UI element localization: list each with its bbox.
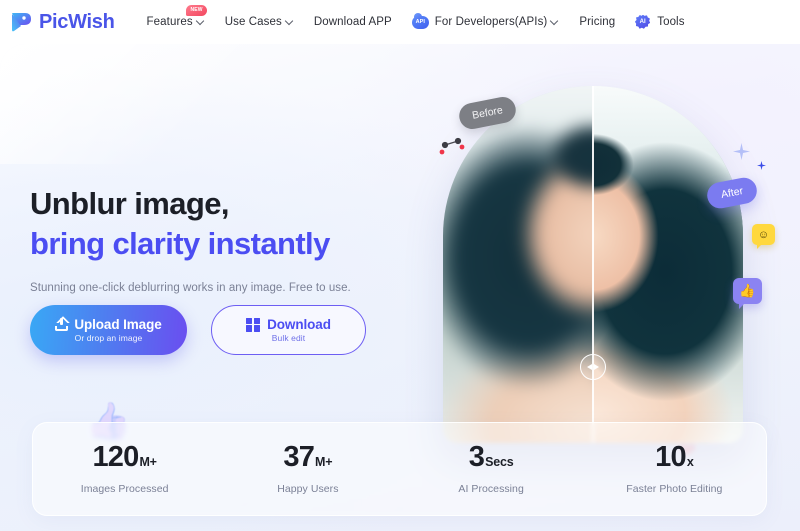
nav-item-for-developers[interactable]: API For Developers(APIs) (402, 12, 570, 29)
right-arrow-icon (594, 364, 599, 370)
nav-item-pricing[interactable]: Pricing (569, 16, 625, 28)
nav-item-tools[interactable]: AI Tools (625, 15, 694, 30)
stat-images-processed: 120 M+ Images Processed (33, 441, 216, 496)
ai-chip-label: AI (639, 19, 646, 25)
download-button-label: Download (267, 317, 331, 332)
stat-unit: Secs (485, 455, 514, 469)
left-arrow-icon (587, 364, 592, 370)
stat-happy-users: 37 M+ Happy Users (216, 443, 399, 496)
stat-label: Happy Users (277, 483, 339, 495)
nav-items: Features NEW Use Cases Download APP API … (137, 5, 695, 30)
upload-image-button[interactable]: Upload Image Or drop an image (30, 305, 187, 355)
top-navigation-bar: PicWish Features NEW Use Cases Download … (0, 0, 800, 44)
brand-name: PicWish (39, 10, 115, 33)
upload-icon (55, 318, 69, 331)
page-title-line-2: bring clarity instantly (30, 225, 330, 261)
nav-label: For Developers(APIs) (434, 16, 548, 28)
upload-button-sublabel: Or drop an image (74, 333, 143, 343)
brand-logo[interactable]: PicWish (8, 9, 115, 35)
before-after-compare-image[interactable] (443, 86, 743, 443)
stat-number: 3 (468, 441, 485, 473)
stat-number-wrap: 120 M+ (92, 441, 157, 473)
compare-slider-handle[interactable] (580, 354, 606, 380)
new-badge: NEW (186, 5, 207, 16)
ai-tools-chip-icon: AI (635, 15, 650, 30)
download-button-sublabel: Bulk edit (271, 333, 306, 343)
picwish-bird-logo-icon (8, 9, 34, 35)
stat-ai-processing: 3 Secs AI Processing (400, 443, 583, 496)
stat-number: 10 (655, 441, 686, 473)
nav-label: Download APP (313, 16, 392, 28)
stat-unit: M+ (139, 455, 157, 469)
upload-button-main: Upload Image (55, 317, 162, 332)
stat-number-wrap: 10 x (655, 441, 694, 473)
nav-item-use-cases[interactable]: Use Cases (215, 16, 304, 28)
chevron-down-icon (286, 17, 294, 25)
nav-item-download-app[interactable]: Download APP (304, 16, 402, 28)
compare-divider-line (592, 86, 594, 443)
stat-number: 37 (283, 441, 315, 473)
nav-label: Tools (657, 16, 685, 28)
stats-card: 120 M+ Images Processed 37 M+ Happy User… (32, 422, 767, 516)
page-title-line-1: Unblur image, (30, 186, 230, 221)
stat-number-wrap: 3 Secs (469, 443, 514, 472)
stat-label: AI Processing (458, 483, 524, 495)
cta-button-row: Upload Image Or drop an image Download B… (30, 305, 366, 355)
chevron-down-icon (197, 17, 205, 25)
stat-faster-photo-editing: 10 x Faster Photo Editing (583, 441, 766, 496)
nav-item-features[interactable]: Features NEW (137, 5, 215, 28)
api-chip-icon: API (411, 12, 429, 29)
stat-number-wrap: 37 M+ (283, 443, 332, 472)
nav-label: Features (146, 16, 193, 28)
upload-button-label: Upload Image (74, 317, 162, 332)
hero-copy: Unblur image, bring clarity instantly St… (30, 186, 430, 294)
hero-subheadline: Stunning one-click deblurring works in a… (30, 281, 351, 294)
stat-unit: x (686, 455, 694, 469)
download-button-main: Download (246, 317, 331, 332)
page-root: PicWish Features NEW Use Cases Download … (0, 0, 800, 531)
windows-icon (246, 317, 261, 332)
download-button[interactable]: Download Bulk edit (211, 305, 366, 355)
api-chip-label: API (415, 19, 426, 25)
chevron-down-icon (551, 17, 559, 25)
stat-label: Images Processed (80, 483, 169, 495)
stat-number: 120 (92, 441, 139, 473)
stat-label: Faster Photo Editing (626, 483, 723, 495)
nav-label: Use Cases (224, 16, 282, 28)
nav-label: Pricing (579, 16, 616, 28)
stat-unit: M+ (315, 455, 333, 469)
